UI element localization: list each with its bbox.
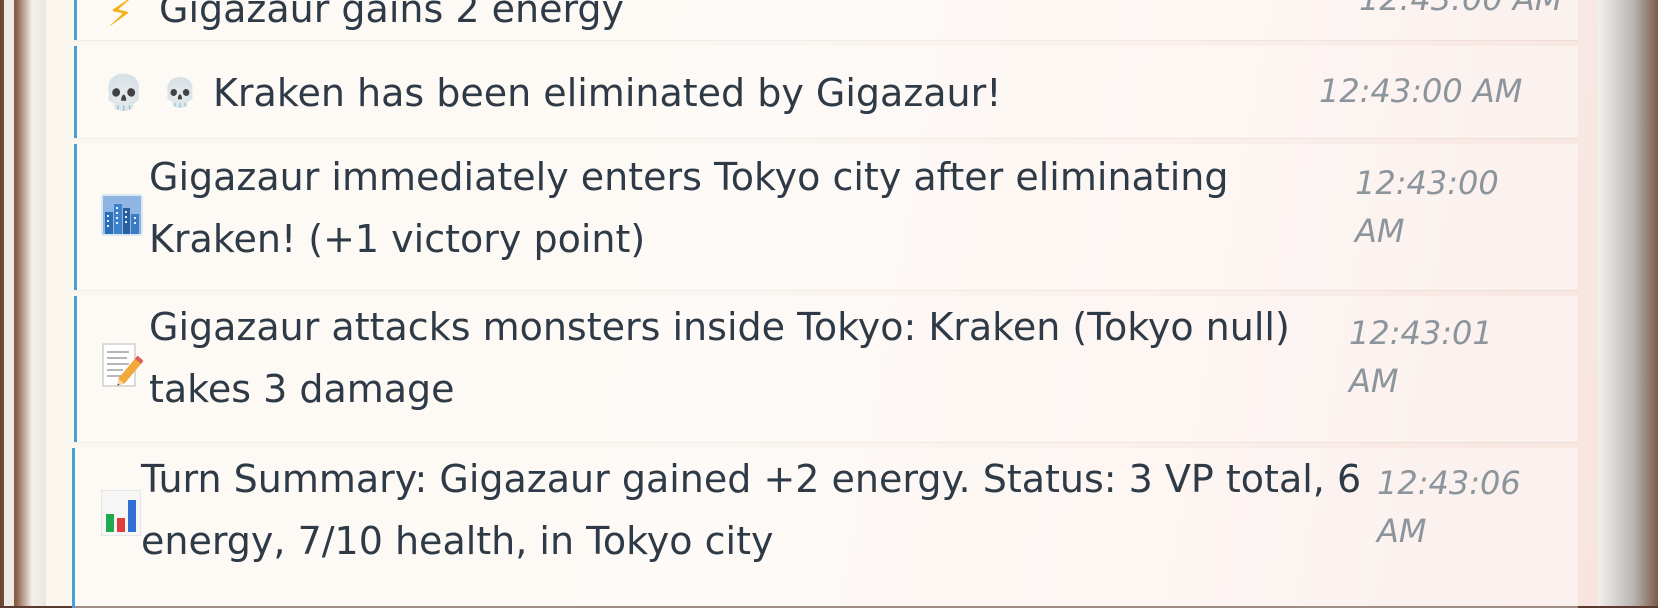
lightning-bolt-icon: ⚡ bbox=[107, 0, 134, 35]
log-entry-message: energy, 7/10 health, in Tokyo city bbox=[141, 519, 774, 563]
log-entry-timestamp: 12:43:06 bbox=[1377, 464, 1521, 502]
log-entry-timestamp: 12:43:00 bbox=[1355, 164, 1499, 202]
log-entry-message: Gigazaur gains 2 energy bbox=[159, 0, 625, 31]
log-entry-timestamp: 12:43:00 AM bbox=[1319, 72, 1523, 110]
bar-chart-icon bbox=[101, 490, 141, 536]
city-icon bbox=[101, 194, 143, 236]
skull-icon: 💀 bbox=[162, 76, 198, 109]
log-entry: Gigazaur immediately enters Tokyo city a… bbox=[74, 144, 1578, 290]
skull-icon: 💀 bbox=[102, 73, 146, 113]
device-bezel-right bbox=[1598, 0, 1658, 606]
device-bezel-left bbox=[0, 0, 46, 606]
log-entry-message: Kraken has been eliminated by Gigazaur! bbox=[213, 71, 1002, 115]
log-entry-message: takes 3 damage bbox=[149, 367, 455, 411]
memo-icon bbox=[101, 342, 143, 390]
log-entry-timestamp: AM bbox=[1377, 512, 1427, 550]
log-entry-timestamp: AM bbox=[1355, 212, 1405, 250]
log-entry-message: Gigazaur attacks monsters inside Tokyo: … bbox=[149, 305, 1290, 349]
log-entry-timestamp: 12:43:00 AM bbox=[1359, 0, 1562, 24]
log-entry-message: Gigazaur immediately enters Tokyo city a… bbox=[149, 155, 1229, 199]
log-entry: ⚡ Gigazaur gains 2 energy 12:43:00 AM bbox=[74, 0, 1578, 40]
log-entry-message: Kraken! (+1 victory point) bbox=[149, 217, 646, 261]
game-log-panel[interactable]: ⚡ Gigazaur gains 2 energy 12:43:00 AM 💀 … bbox=[46, 0, 1608, 608]
log-entry: Turn Summary: Gigazaur gained +2 energy.… bbox=[72, 448, 1578, 608]
log-entry: Gigazaur attacks monsters inside Tokyo: … bbox=[74, 296, 1578, 442]
log-entry: 💀 💀 Kraken has been eliminated by Gigaza… bbox=[74, 46, 1578, 138]
log-entry-timestamp: 12:43:01 bbox=[1349, 314, 1493, 352]
log-entry-timestamp: AM bbox=[1349, 362, 1399, 400]
log-entry-message: Turn Summary: Gigazaur gained +2 energy.… bbox=[141, 457, 1362, 501]
